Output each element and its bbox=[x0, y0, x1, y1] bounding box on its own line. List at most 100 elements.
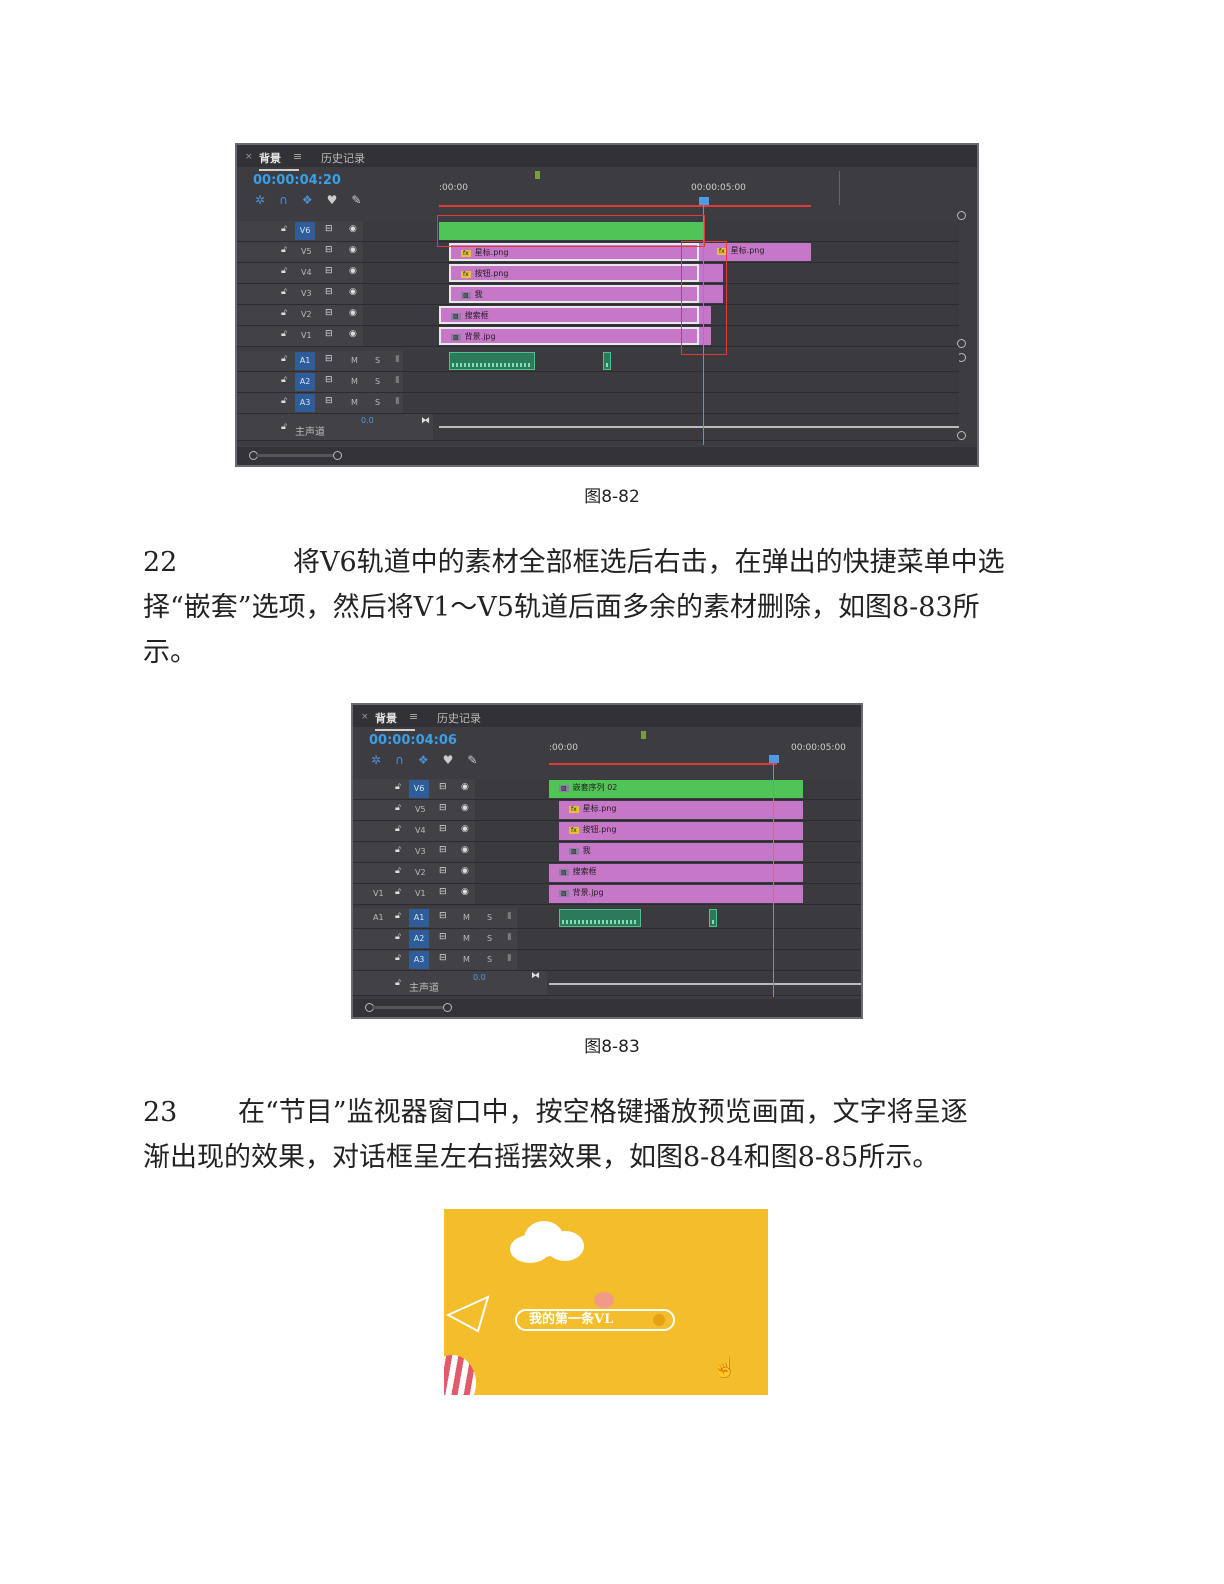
sync-icon[interactable]: ⊟ bbox=[439, 887, 447, 897]
source-patch-a1[interactable]: A1 bbox=[373, 913, 384, 922]
master-volume[interactable]: 0.0 bbox=[473, 973, 486, 982]
lock-icon[interactable]: 🔓︎ bbox=[281, 375, 287, 385]
lock-icon[interactable]: 🔓︎ bbox=[395, 824, 401, 834]
sync-icon[interactable]: ⊟ bbox=[439, 953, 447, 963]
mute-button[interactable]: M bbox=[351, 356, 358, 365]
lock-icon[interactable]: 🔓︎ bbox=[395, 845, 401, 855]
scroll-handle-mid[interactable] bbox=[957, 339, 966, 348]
audio-clip-a1-small[interactable] bbox=[709, 909, 717, 927]
panel-menu-icon[interactable]: ≡ bbox=[409, 710, 418, 723]
lock-icon[interactable]: 🔓︎ bbox=[281, 354, 287, 364]
mute-button[interactable]: M bbox=[463, 955, 470, 964]
scroll-right-handle[interactable] bbox=[333, 451, 342, 460]
lock-icon[interactable]: 🔓︎ bbox=[281, 224, 287, 234]
scroll-handle-bottom[interactable] bbox=[957, 431, 966, 440]
lock-icon[interactable]: 🔓︎ bbox=[395, 887, 401, 897]
sync-icon[interactable]: ⊟ bbox=[439, 824, 447, 834]
mute-button[interactable]: M bbox=[463, 913, 470, 922]
mic-icon[interactable]: ▮ bbox=[395, 396, 400, 406]
marker-icon[interactable]: ♥ bbox=[443, 753, 468, 767]
tab-history[interactable]: 历史记录 bbox=[437, 710, 481, 726]
eye-icon[interactable]: ◉ bbox=[461, 782, 469, 792]
track-target-a3[interactable]: A3 bbox=[409, 951, 429, 969]
solo-button[interactable]: S bbox=[487, 934, 492, 943]
eye-icon[interactable]: ◉ bbox=[461, 866, 469, 876]
track-label-v1[interactable]: V1 bbox=[301, 331, 312, 340]
tab-sequence[interactable]: 背景 bbox=[375, 710, 415, 731]
source-patch-v1[interactable]: V1 bbox=[373, 889, 384, 898]
sync-icon[interactable]: ⊟ bbox=[439, 866, 447, 876]
lock-icon[interactable]: 🔓︎ bbox=[395, 782, 401, 792]
clip-v1[interactable]: ▨ 背景.jpg bbox=[439, 327, 699, 345]
panel-menu-icon[interactable]: ≡ bbox=[293, 150, 302, 163]
audio-clip-a1[interactable] bbox=[449, 352, 535, 370]
marker-add-icon[interactable]: ❖ bbox=[302, 193, 327, 207]
audio-clip-a1-small[interactable] bbox=[603, 352, 611, 370]
eye-icon[interactable]: ◉ bbox=[461, 824, 469, 834]
timecode[interactable]: 00:00:04:06 bbox=[369, 733, 457, 748]
track-target-a1[interactable]: A1 bbox=[409, 909, 429, 927]
sync-icon[interactable]: ⊟ bbox=[325, 266, 333, 276]
clip-v2[interactable]: ▨ 搜索框 bbox=[439, 306, 699, 324]
lock-icon[interactable]: 🔓︎ bbox=[395, 978, 401, 988]
horizontal-scrollbar[interactable] bbox=[353, 999, 861, 1017]
sync-icon[interactable]: ⊟ bbox=[325, 224, 333, 234]
playhead[interactable] bbox=[699, 197, 709, 205]
track-label-v2[interactable]: V2 bbox=[301, 310, 312, 319]
sync-icon[interactable]: ⊟ bbox=[439, 911, 447, 921]
lock-icon[interactable]: 🔓︎ bbox=[281, 287, 287, 297]
clip-v3[interactable]: ▨ 我 bbox=[559, 843, 803, 861]
sequence-marker[interactable] bbox=[535, 171, 540, 179]
lock-icon[interactable]: 🔓︎ bbox=[281, 245, 287, 255]
wrench-icon[interactable]: ✎ bbox=[351, 193, 375, 207]
clip-v4[interactable]: fx 按钮.png bbox=[559, 822, 803, 840]
close-icon[interactable]: × bbox=[361, 712, 369, 722]
mic-icon[interactable]: ▮ bbox=[507, 932, 512, 942]
sync-icon[interactable]: ⊟ bbox=[439, 932, 447, 942]
mic-icon[interactable]: ▮ bbox=[395, 354, 400, 364]
work-area-bar[interactable] bbox=[439, 205, 811, 207]
solo-button[interactable]: S bbox=[375, 377, 380, 386]
sync-icon[interactable]: ⊟ bbox=[439, 845, 447, 855]
sync-icon[interactable]: ⊟ bbox=[325, 396, 333, 406]
mic-icon[interactable]: ▮ bbox=[507, 953, 512, 963]
lock-icon[interactable]: 🔓︎ bbox=[281, 422, 287, 432]
track-target-a2[interactable]: A2 bbox=[295, 373, 315, 391]
track-target-a2[interactable]: A2 bbox=[409, 930, 429, 948]
solo-button[interactable]: S bbox=[375, 356, 380, 365]
wrench-icon[interactable]: ✎ bbox=[467, 753, 491, 767]
eye-icon[interactable]: ◉ bbox=[461, 803, 469, 813]
clip-v6-nested[interactable]: ▨ 嵌套序列 02 bbox=[549, 780, 803, 798]
sync-icon[interactable]: ⊟ bbox=[325, 329, 333, 339]
mute-button[interactable]: M bbox=[351, 377, 358, 386]
lock-icon[interactable]: 🔓︎ bbox=[395, 866, 401, 876]
link-icon[interactable]: ∩ bbox=[395, 753, 418, 767]
eye-icon[interactable]: ◉ bbox=[349, 329, 357, 339]
marker-icon[interactable]: ♥ bbox=[327, 193, 352, 207]
master-volume[interactable]: 0.0 bbox=[361, 416, 374, 425]
eye-icon[interactable]: ◉ bbox=[349, 287, 357, 297]
timecode[interactable]: 00:00:04:20 bbox=[253, 173, 341, 188]
clip-v4[interactable]: fx 按钮.png bbox=[449, 264, 699, 282]
mute-button[interactable]: M bbox=[351, 398, 358, 407]
work-area-bar[interactable] bbox=[549, 763, 777, 765]
eye-icon[interactable]: ◉ bbox=[349, 308, 357, 318]
clip-v3[interactable]: ▨ 我 bbox=[449, 285, 699, 303]
lock-icon[interactable]: 🔓︎ bbox=[395, 803, 401, 813]
track-label-v5[interactable]: V5 bbox=[415, 805, 426, 814]
tab-history[interactable]: 历史记录 bbox=[321, 150, 365, 166]
eye-icon[interactable]: ◉ bbox=[461, 887, 469, 897]
lock-icon[interactable]: 🔓︎ bbox=[281, 396, 287, 406]
clip-v2[interactable]: ▨ 搜索框 bbox=[549, 864, 803, 882]
sync-icon[interactable]: ⊟ bbox=[325, 375, 333, 385]
tab-sequence[interactable]: 背景 bbox=[259, 150, 299, 171]
bowtie-icon[interactable]: ⧓ bbox=[531, 971, 540, 981]
eye-icon[interactable]: ◉ bbox=[349, 224, 357, 234]
mic-icon[interactable]: ▮ bbox=[395, 375, 400, 385]
sequence-marker[interactable] bbox=[641, 731, 646, 739]
track-label-v4[interactable]: V4 bbox=[415, 826, 426, 835]
track-target-v6[interactable]: V6 bbox=[409, 780, 429, 798]
solo-button[interactable]: S bbox=[487, 913, 492, 922]
snap-icon[interactable]: ✲ bbox=[255, 193, 279, 207]
lock-icon[interactable]: 🔓︎ bbox=[395, 932, 401, 942]
